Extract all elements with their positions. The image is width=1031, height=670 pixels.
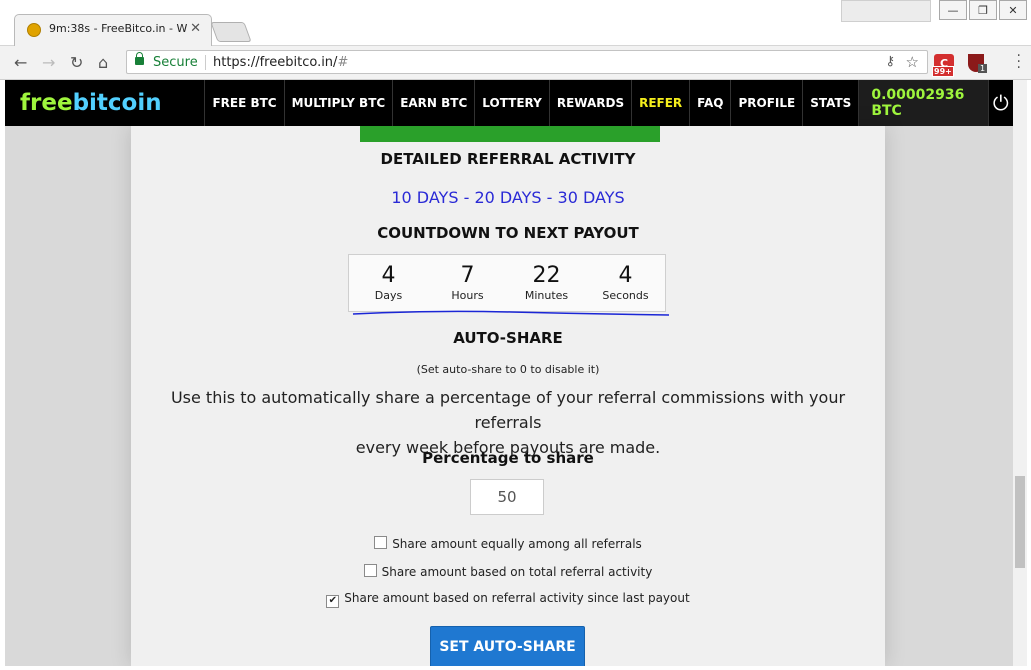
hand-drawn-underline	[352, 310, 670, 316]
referral-day-links: 10 DAYS - 20 DAYS - 30 DAYS	[131, 188, 885, 207]
link-30-days[interactable]: 30 DAYS	[558, 188, 625, 207]
countdown-minutes-label: Minutes	[524, 289, 569, 302]
window-controls: — ❐ ✕	[841, 0, 1027, 22]
countdown-seconds-label: Seconds	[602, 289, 649, 302]
link-separator: -	[458, 188, 475, 207]
auto-share-heading: AUTO-SHARE	[453, 329, 563, 347]
extension-icon-1[interactable]: C 99+	[932, 54, 954, 77]
nav-profile[interactable]: PROFILE	[730, 80, 802, 126]
countdown-hours: 7 Hours	[429, 255, 507, 311]
link-separator: -	[541, 188, 558, 207]
logout-power-icon[interactable]: ⏻	[987, 80, 1013, 126]
green-button-partial[interactable]	[360, 126, 660, 142]
option-share-total-activity-label: Share amount based on total referral act…	[381, 565, 653, 579]
page-viewport: free bitcoin FREE BTC MULTIPLY BTC EARN B…	[5, 80, 1013, 666]
extension-badge-1: 99+	[932, 66, 954, 77]
countdown-seconds-value: 4	[618, 263, 633, 288]
reload-icon[interactable]: ↻	[70, 53, 83, 72]
countdown-days-label: Days	[374, 289, 403, 302]
restore-icon[interactable]: ❐	[969, 0, 997, 20]
nav-rewards[interactable]: REWARDS	[548, 80, 631, 126]
countdown-hours-value: 7	[460, 263, 475, 288]
site-navbar: free bitcoin FREE BTC MULTIPLY BTC EARN B…	[5, 80, 1013, 126]
option-share-since-payout[interactable]: ✔ Share amount based on referral activity…	[131, 591, 885, 608]
link-10-days[interactable]: 10 DAYS	[391, 188, 458, 207]
checkbox-share-equally[interactable]	[374, 536, 388, 549]
tab-title: 9m:38s - FreeBitco.in - Wi	[49, 22, 187, 35]
btc-balance: 0.00002936 BTC	[858, 80, 988, 126]
nav-faq[interactable]: FAQ	[689, 80, 730, 126]
countdown-heading: COUNTDOWN TO NEXT PAYOUT	[377, 224, 639, 242]
description-line-1: Use this to automatically share a percen…	[170, 388, 846, 432]
nav-lottery[interactable]: LOTTERY	[474, 80, 549, 126]
percentage-input[interactable]	[470, 479, 544, 515]
countdown-days-value: 4	[381, 263, 396, 288]
set-auto-share-button[interactable]: SET AUTO-SHARE	[430, 626, 585, 666]
url-host: https://freebitco.in/	[213, 55, 338, 70]
countdown-timer: 4 Days 7 Hours 22 Minutes 4 Seconds	[348, 254, 666, 312]
browser-toolbar: ← → ↻ ⌂ Secure https://freebitco.in/# ⚷ …	[0, 46, 1031, 80]
site-logo[interactable]: free bitcoin	[5, 80, 204, 126]
nav-refer[interactable]: REFER	[631, 80, 689, 126]
checkbox-share-total-activity[interactable]	[363, 564, 377, 577]
browser-menu-icon[interactable]: · · ·	[1017, 49, 1021, 75]
close-tab-icon[interactable]: ✕	[190, 21, 201, 36]
option-share-total-activity[interactable]: Share amount based on total referral act…	[131, 564, 885, 579]
page-scrollbar[interactable]	[1013, 80, 1027, 666]
browser-tab[interactable]: 9m:38s - FreeBitco.in - Wi ✕	[14, 14, 212, 46]
percentage-label: Percentage to share	[422, 449, 594, 467]
nav-earn-btc[interactable]: EARN BTC	[392, 80, 474, 126]
close-window-icon[interactable]: ✕	[999, 0, 1027, 20]
lock-icon	[135, 52, 144, 65]
browser-titlebar: 9m:38s - FreeBitco.in - Wi ✕ — ❐ ✕	[0, 0, 1031, 46]
forward-icon[interactable]: →	[42, 53, 55, 72]
nav-stats[interactable]: STATS	[802, 80, 858, 126]
omnibox-divider	[205, 55, 206, 70]
extension-badge-2: 1	[978, 64, 988, 73]
address-bar[interactable]: Secure https://freebitco.in/# ⚷ ☆	[126, 50, 928, 74]
link-20-days[interactable]: 20 DAYS	[474, 188, 541, 207]
url-hash: #	[337, 55, 349, 70]
favicon-icon	[27, 23, 41, 37]
bookmark-star-icon[interactable]: ☆	[906, 53, 919, 71]
minimize-icon[interactable]: —	[939, 0, 967, 20]
new-tab-button[interactable]	[210, 22, 252, 42]
option-share-equally[interactable]: Share amount equally among all referrals	[131, 536, 885, 551]
home-icon[interactable]: ⌂	[98, 53, 108, 72]
countdown-hours-label: Hours	[451, 289, 484, 302]
back-icon[interactable]: ←	[14, 53, 27, 72]
option-share-equally-label: Share amount equally among all referrals	[392, 537, 642, 551]
logo-free: free	[20, 90, 73, 116]
auto-share-note: (Set auto-share to 0 to disable it)	[416, 363, 600, 376]
main-content: DETAILED REFERRAL ACTIVITY 10 DAYS - 20 …	[131, 126, 885, 666]
countdown-minutes-value: 22	[532, 263, 561, 288]
countdown-minutes: 22 Minutes	[508, 255, 586, 311]
countdown-seconds: 4 Seconds	[587, 255, 665, 311]
url-text: https://freebitco.in/#	[213, 55, 348, 70]
user-profile-area	[841, 0, 931, 22]
checkbox-share-since-payout[interactable]: ✔	[326, 595, 340, 608]
nav-multiply-btc[interactable]: MULTIPLY BTC	[283, 80, 393, 126]
secure-label: Secure	[153, 55, 198, 70]
scrollbar-thumb[interactable]	[1015, 476, 1025, 568]
ublock-icon[interactable]: 1	[968, 54, 988, 73]
countdown-days: 4 Days	[350, 255, 428, 311]
option-share-since-payout-label: Share amount based on referral activity …	[344, 591, 690, 605]
logo-bitcoin: bitcoin	[72, 90, 162, 116]
key-icon[interactable]: ⚷	[885, 54, 895, 69]
nav-free-btc[interactable]: FREE BTC	[204, 80, 283, 126]
referral-activity-heading: DETAILED REFERRAL ACTIVITY	[380, 150, 636, 168]
